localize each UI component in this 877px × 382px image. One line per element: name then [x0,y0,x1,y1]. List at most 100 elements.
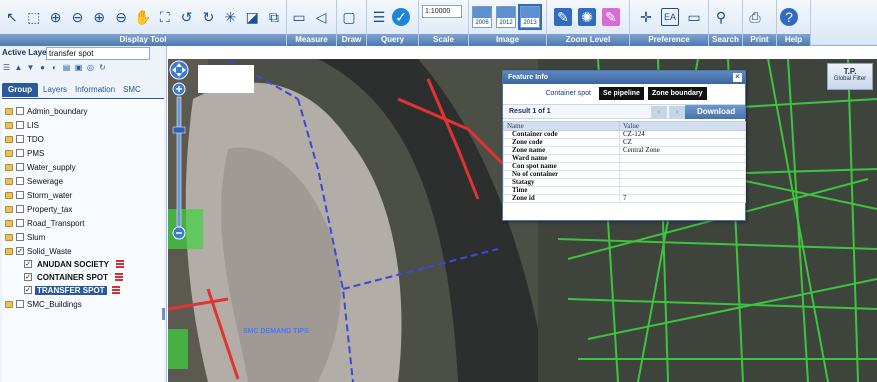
attribute-value: 7 [619,194,746,203]
checkbox[interactable] [16,300,24,308]
checkbox[interactable]: ✓ [16,247,24,255]
monitor-icon[interactable]: ▭ [685,8,703,26]
checkbox[interactable] [16,191,24,199]
zoom-out-window-icon[interactable]: ⊖ [112,8,130,26]
checkbox[interactable] [16,233,24,241]
close-icon[interactable]: × [733,73,742,82]
folder-icon [5,191,13,199]
legend-icon[interactable] [116,260,125,268]
query-check-icon[interactable]: ✓ [392,8,410,26]
map-navigation-control[interactable] [168,59,190,249]
select-feature-icon[interactable]: ⧉ [265,8,283,26]
zoom-out-icon[interactable]: ⊖ [69,8,87,26]
checkbox[interactable] [16,219,24,227]
global-filter-button[interactable]: T.P. Global Filter [827,63,873,90]
tab-layers[interactable]: Layers [40,83,70,97]
full-extent-icon[interactable]: ⛶ [156,8,174,26]
style-icon[interactable]: ◐ [50,63,59,72]
next-extent-icon[interactable]: ↻ [200,8,218,26]
area-measure-icon[interactable]: ◁ [312,8,330,26]
next-result-button[interactable]: › [669,106,685,118]
download-button[interactable]: Download [685,105,745,119]
tree-item-slum[interactable]: Slum [5,231,45,243]
ruler-icon[interactable]: ▭ [290,8,308,26]
tree-item-water-supply[interactable]: Water_supply [5,161,76,173]
printer-icon[interactable]: ⎙ [746,8,764,26]
tab-zone-boundary[interactable]: Zone boundary [647,87,707,100]
zoom-level-2-icon[interactable]: ✺ [578,8,596,26]
previous-extent-icon[interactable]: ↺ [178,8,196,26]
pan-hand-icon[interactable]: ✋ [134,8,152,26]
checkbox[interactable] [16,205,24,213]
checkbox[interactable] [16,149,24,157]
binoculars-icon[interactable]: ⚲ [712,8,730,26]
group-label: Measure [287,34,336,46]
tree-item-property-tax[interactable]: Property_tax [5,203,72,215]
checkbox[interactable]: ✓ [24,273,32,281]
down-arrow-icon[interactable]: ▼ [26,63,35,72]
checkbox[interactable] [16,121,24,129]
tab-group[interactable]: Group [2,83,38,97]
select-arrow-icon[interactable]: ↖ [3,8,21,26]
refresh-icon[interactable]: ✳ [221,8,239,26]
tab-smc-explorer[interactable]: SMC Explorer [120,83,166,108]
group-label: Draw [337,34,366,46]
tree-item-smc-buildings[interactable]: SMC_Buildings [5,298,82,310]
image-year-2006[interactable]: 2006 [472,6,492,28]
panel-splitter[interactable] [162,308,165,320]
filter-icon[interactable]: ◎ [86,63,95,72]
tree-item-tdo[interactable]: TDO [5,133,44,145]
attribute-table: Name Value Container code CZ-124 Zone cod… [503,121,746,203]
draw-rectangle-icon[interactable]: ▢ [340,8,358,26]
legend-icon[interactable] [114,273,123,281]
identify-icon[interactable]: ◪ [243,8,261,26]
zoom-level-3-icon[interactable]: ✎ [602,8,620,26]
up-arrow-icon[interactable]: ▲ [14,63,23,72]
legend-icon[interactable] [111,286,120,294]
query-list-icon[interactable]: ☰ [370,8,388,26]
export-icon[interactable]: ▣ [74,63,83,72]
layer-list-icon[interactable]: ☰ [2,63,11,72]
tree-item-transfer-spot[interactable]: ✓ TRANSFER SPOT [24,284,120,296]
zoom-window-icon[interactable]: ⊕ [90,8,108,26]
checkbox[interactable] [16,163,24,171]
refresh-layers-icon[interactable]: ↻ [98,63,107,72]
image-year-2013[interactable]: 2013 [518,4,542,30]
checkbox[interactable]: ✓ [24,260,32,268]
tab-se-pipeline[interactable]: Se pipeline [599,87,644,100]
tree-item-storm-water[interactable]: Storm_water [5,189,72,201]
opacity-icon[interactable]: ● [38,63,47,72]
blank-label-box [198,65,254,93]
tree-item-road-transport[interactable]: Road_Transport [5,217,85,229]
tree-item-admin-boundary[interactable]: Admin_boundary [5,105,87,117]
crosshair-icon[interactable]: ✛ [637,8,655,26]
tree-item-anudan-society[interactable]: ✓ ANUDAN SOCIETY [24,258,125,270]
prev-result-button[interactable]: ‹ [651,106,667,118]
layer-tree: Admin_boundary LIS TDO PMS Water_supply … [2,98,164,382]
tree-item-sewerage[interactable]: Sewerage [5,175,63,187]
tree-item-container-spot[interactable]: ✓ CONTAINER SPOT [24,271,123,283]
folder-icon [5,177,13,185]
tree-item-solid-waste[interactable]: ✓ Solid_Waste [5,245,72,257]
zoom-level-1-icon[interactable]: ✎ [554,8,572,26]
active-layer-select[interactable]: transfer spot [46,47,150,60]
scale-select[interactable]: 1:10000 [422,5,462,18]
group-label: Print [743,34,776,46]
legend-icon[interactable]: ▤ [62,63,71,72]
tree-item-pms[interactable]: PMS [5,147,44,159]
tab-container-spot[interactable]: Container spot [541,87,595,100]
label-ea-icon[interactable]: EA [661,8,679,26]
folder-icon [5,300,13,308]
tree-item-lis[interactable]: LIS [5,119,39,131]
image-year-2012[interactable]: 2012 [496,6,516,28]
tab-information[interactable]: Information [72,83,118,97]
select-box-icon[interactable]: ⬚ [25,8,43,26]
checkbox[interactable] [16,107,24,115]
checkbox[interactable] [16,177,24,185]
help-icon[interactable]: ? [780,8,798,26]
checkbox[interactable]: ✓ [24,286,32,294]
group-label: Query [367,34,418,46]
checkbox[interactable] [16,135,24,143]
zoom-in-icon[interactable]: ⊕ [47,8,65,26]
attribute-value: Central Zone [619,146,746,155]
